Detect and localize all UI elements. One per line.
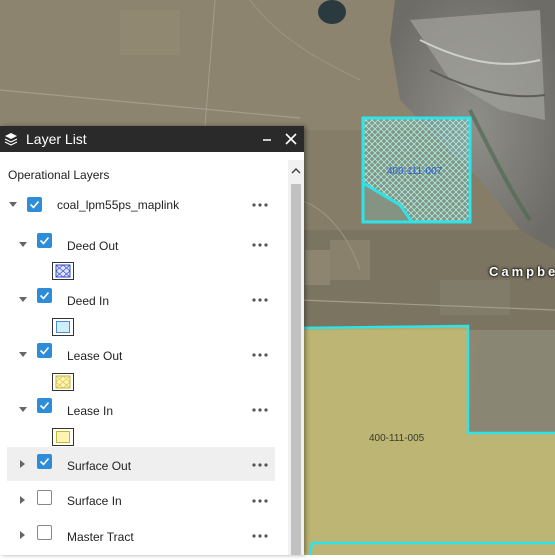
layer-label: Deed In <box>67 294 110 308</box>
more-options-icon[interactable] <box>250 350 270 360</box>
layer-checkbox[interactable] <box>37 525 52 540</box>
layer-row-surface-out[interactable]: Surface Out <box>7 447 275 481</box>
panel-header: Layer List <box>0 126 304 152</box>
layer-label: Surface Out <box>67 459 132 473</box>
chevron-down-icon[interactable] <box>8 200 18 210</box>
scroll-thumb[interactable] <box>291 184 301 555</box>
more-options-icon[interactable] <box>250 240 270 250</box>
minimize-icon <box>263 139 271 141</box>
scrollbar[interactable] <box>288 160 304 555</box>
legend-swatch-lease-out <box>52 373 74 391</box>
layer-label: coal_lpm55ps_maplink <box>57 198 180 212</box>
layer-row-lease-out[interactable]: Lease Out <box>0 338 288 372</box>
layer-checkbox[interactable] <box>37 398 52 413</box>
close-icon <box>285 133 297 145</box>
layer-checkbox[interactable] <box>37 343 52 358</box>
chevron-down-icon[interactable] <box>18 240 28 250</box>
layer-label: Master Tract <box>67 530 134 544</box>
chevron-right-icon[interactable] <box>18 495 28 505</box>
more-options-icon[interactable] <box>250 460 270 470</box>
more-options-icon[interactable] <box>250 405 270 415</box>
layer-row-root[interactable]: coal_lpm55ps_maplink <box>0 188 288 222</box>
layer-label: Lease Out <box>67 349 123 363</box>
layer-row-surface-in[interactable]: Surface In <box>0 483 288 517</box>
chevron-right-icon[interactable] <box>18 459 28 469</box>
chevron-right-icon[interactable] <box>18 530 28 540</box>
close-button[interactable] <box>282 126 300 152</box>
crosshatch-yellow-icon <box>55 375 71 389</box>
crosshatch-blue-icon <box>55 264 71 278</box>
chevron-up-icon <box>291 167 301 174</box>
light-blue-fill-icon <box>56 321 70 333</box>
panel-title: Layer List <box>26 131 87 147</box>
layer-checkbox[interactable] <box>37 233 52 248</box>
layer-label: Surface In <box>67 494 122 508</box>
layer-row-master-tract[interactable]: Master Tract <box>0 518 288 552</box>
section-title: Operational Layers <box>8 168 110 182</box>
chevron-down-icon[interactable] <box>18 350 28 360</box>
light-yellow-fill-icon <box>56 431 70 443</box>
layer-checkbox[interactable] <box>37 288 52 303</box>
chevron-down-icon[interactable] <box>18 295 28 305</box>
legend-swatch-deed-in <box>52 318 74 336</box>
layer-label: Lease In <box>67 404 114 418</box>
layer-list-panel: Layer List Operational Layers coal_lpm55… <box>0 126 304 555</box>
more-options-icon[interactable] <box>250 295 270 305</box>
layer-checkbox[interactable] <box>37 490 52 505</box>
tract-label-007: 400-111-007 <box>387 166 443 177</box>
place-label: Campbe <box>489 264 555 279</box>
layer-row-deed-out[interactable]: Deed Out <box>0 228 288 262</box>
legend-swatch-lease-in <box>52 428 74 446</box>
more-options-icon[interactable] <box>250 200 270 210</box>
layers-icon <box>4 132 18 146</box>
scroll-up-button[interactable] <box>288 164 304 178</box>
chevron-down-icon[interactable] <box>18 405 28 415</box>
tract-label-005: 400-111-005 <box>369 433 425 444</box>
more-options-icon[interactable] <box>250 531 270 541</box>
layer-label: Deed Out <box>67 239 119 253</box>
minimize-button[interactable] <box>258 126 276 152</box>
layer-row-lease-in[interactable]: Lease In <box>0 393 288 427</box>
layer-row-deed-in[interactable]: Deed In <box>0 283 288 317</box>
layer-checkbox[interactable] <box>27 197 42 212</box>
more-options-icon[interactable] <box>250 496 270 506</box>
legend-swatch-deed-out <box>52 262 74 280</box>
layer-checkbox[interactable] <box>37 454 52 469</box>
